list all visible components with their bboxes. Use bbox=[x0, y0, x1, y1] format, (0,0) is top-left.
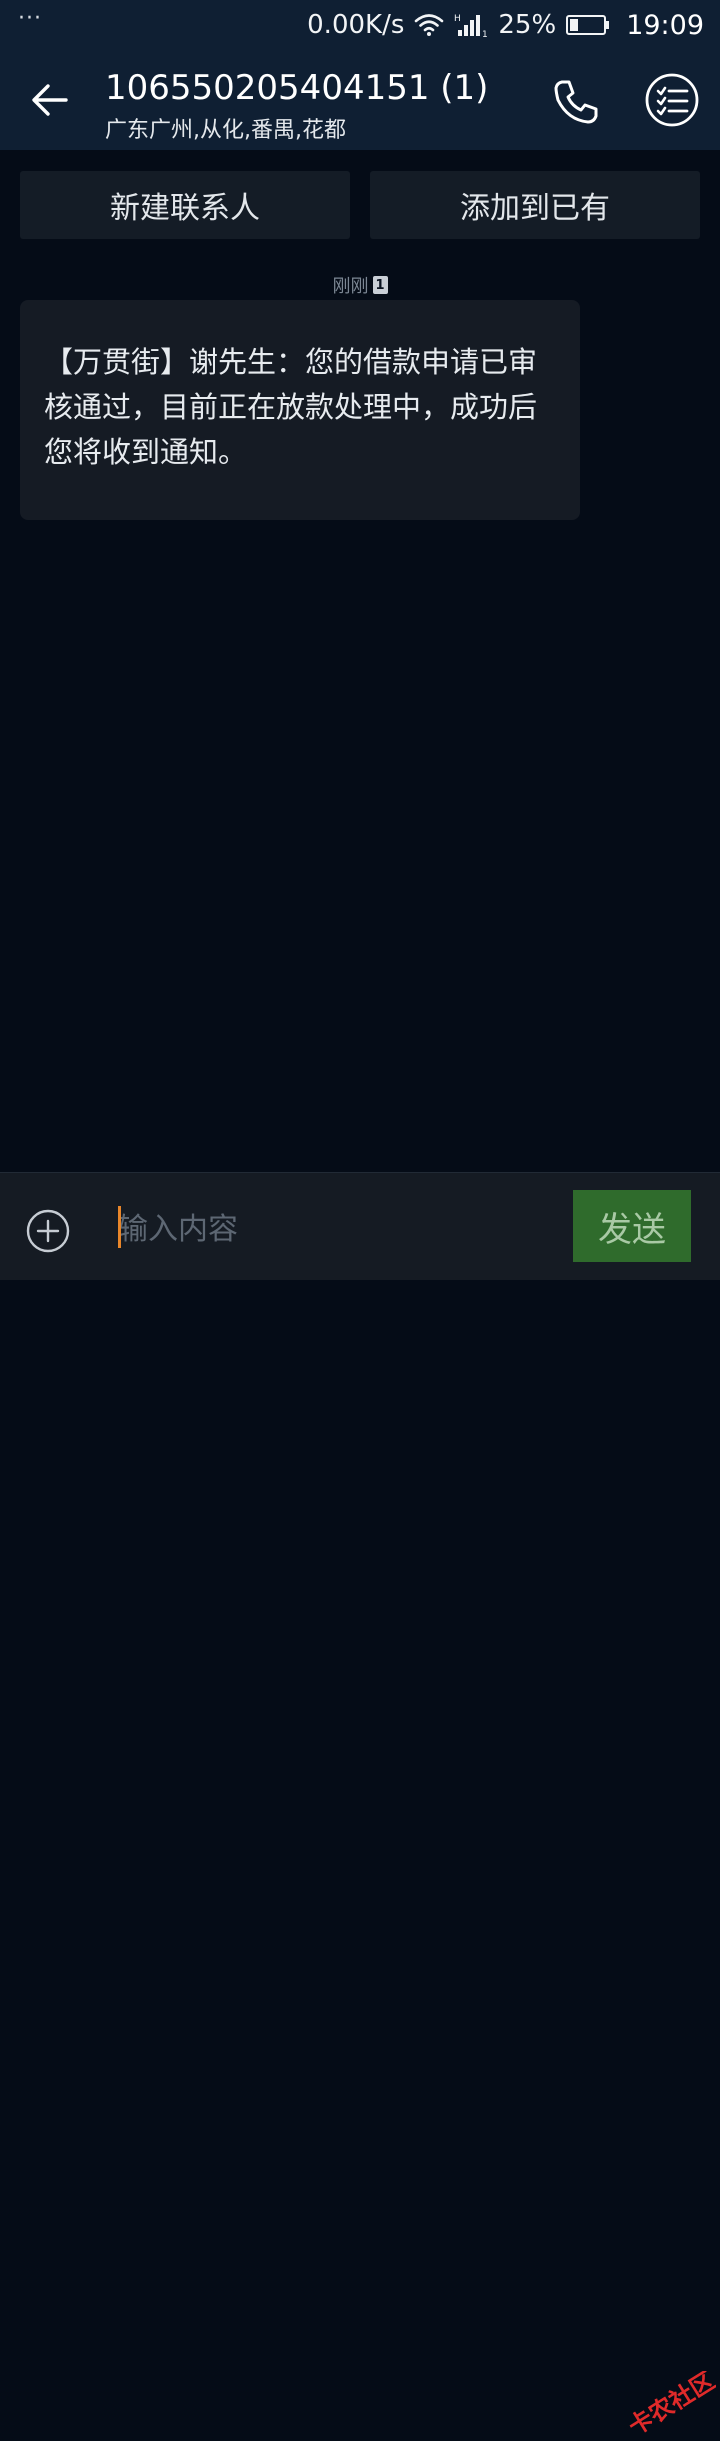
back-arrow-icon bbox=[32, 84, 68, 116]
add-attachment-button[interactable] bbox=[26, 1209, 70, 1253]
svg-text:卡农社区: 卡农社区 bbox=[623, 2371, 716, 2441]
sim-card-icon: 1 bbox=[372, 276, 388, 294]
menu-list-icon bbox=[645, 73, 699, 127]
message-text: 【万贯街】谢先生：您的借款申请已审核通过，目前正在放款处理中，成功后您将收到通知… bbox=[44, 345, 538, 469]
phone-icon bbox=[554, 80, 598, 124]
signal-icon: H 1 bbox=[454, 12, 488, 38]
svg-text:H: H bbox=[454, 14, 461, 24]
composer-bar: 发送 卡农社区 bbox=[0, 1172, 720, 2441]
add-to-existing-contact-button[interactable]: 添加到已有 bbox=[370, 171, 700, 239]
conversation-header: 106550205404151 (1) 广东广州,从化,番禺,花都 bbox=[0, 50, 720, 150]
back-button[interactable] bbox=[26, 78, 76, 122]
message-timestamp: 刚刚 1 bbox=[0, 272, 720, 298]
notification-dots: ··· bbox=[18, 6, 42, 31]
message-bubble[interactable]: 【万贯街】谢先生：您的借款申请已审核通过，目前正在放款处理中，成功后您将收到通知… bbox=[20, 300, 580, 520]
status-bar: ··· 0.00K/s H 1 25% 19:09 bbox=[0, 0, 720, 50]
call-button[interactable] bbox=[548, 74, 604, 130]
network-speed: 0.00K/s bbox=[307, 10, 405, 40]
number-location: 广东广州,从化,番禺,花都 bbox=[105, 118, 346, 143]
send-button[interactable]: 发送 bbox=[573, 1190, 691, 1262]
message-input[interactable] bbox=[118, 1201, 548, 1257]
battery-icon bbox=[566, 14, 610, 36]
wifi-icon bbox=[414, 13, 444, 37]
clock: 19:09 bbox=[626, 9, 704, 41]
svg-text:1: 1 bbox=[482, 30, 488, 38]
more-options-button[interactable] bbox=[644, 72, 700, 128]
battery-percent: 25% bbox=[498, 10, 557, 40]
add-circle-icon bbox=[26, 1209, 70, 1253]
new-contact-button[interactable]: 新建联系人 bbox=[20, 171, 350, 239]
status-indicators: 0.00K/s H 1 25% 19:09 bbox=[307, 0, 704, 50]
conversation-title: 106550205404151 (1) bbox=[105, 68, 489, 108]
watermark-logo: 卡农社区 bbox=[623, 2371, 716, 2441]
text-cursor bbox=[118, 1206, 121, 1248]
timestamp-text: 刚刚 bbox=[332, 276, 369, 297]
